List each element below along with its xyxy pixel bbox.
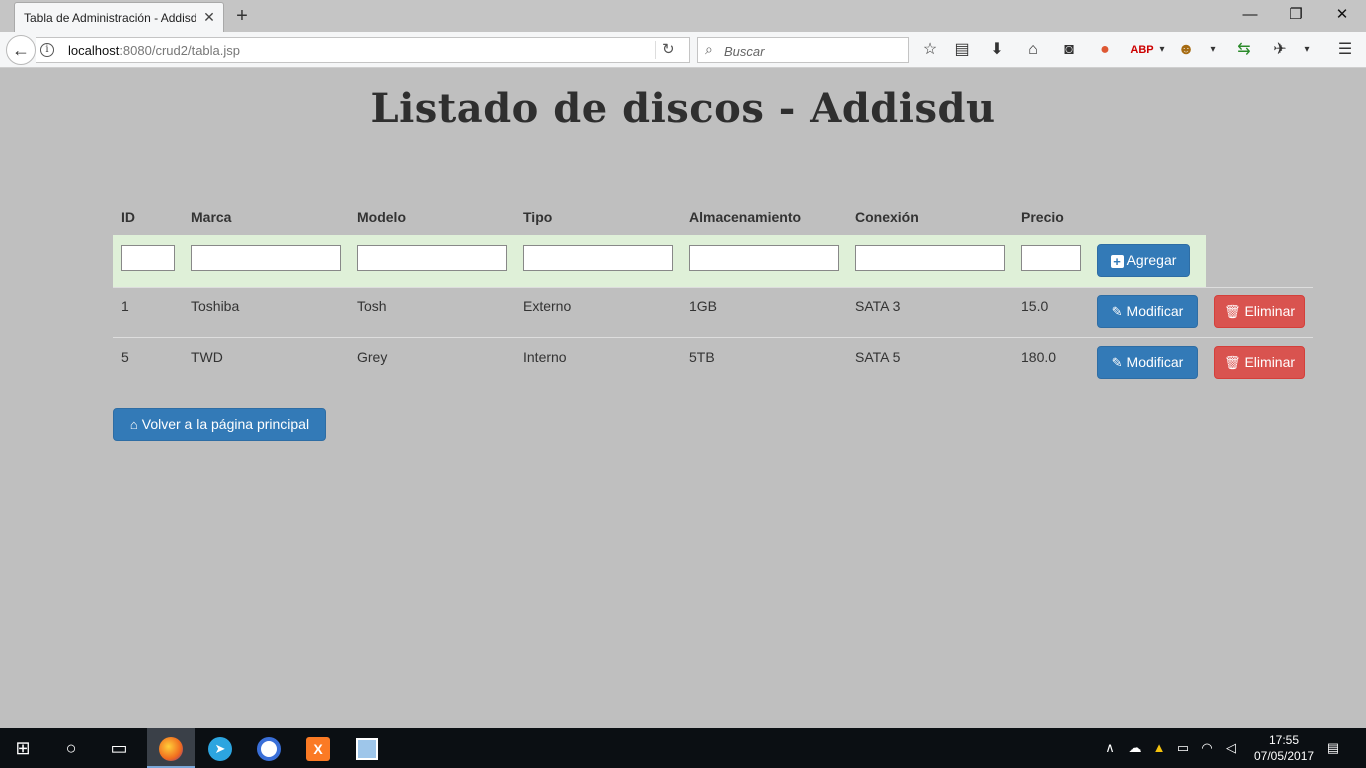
greasemonkey-icon[interactable]: ☻ xyxy=(1174,38,1198,62)
cell-precio: 180.0 xyxy=(1021,349,1057,365)
cell-modelo: Grey xyxy=(357,349,388,365)
restore-icon[interactable]: ❐ xyxy=(1276,4,1316,26)
clock-time: 17:55 xyxy=(1268,733,1300,747)
back-arrow-icon[interactable]: ← xyxy=(6,35,36,65)
cell-tipo: Interno xyxy=(523,349,567,365)
cell-almacenamiento: 1GB xyxy=(689,298,718,314)
notification-icon[interactable]: ▤ xyxy=(1320,728,1346,768)
cell-id: 1 xyxy=(121,298,129,314)
info-icon[interactable]: i xyxy=(40,43,54,57)
close-tab-icon[interactable]: ✕ xyxy=(201,9,217,25)
cell-modelo: Tosh xyxy=(357,298,387,314)
search-icon: ⌕ xyxy=(705,41,713,57)
new-tab-icon[interactable]: + xyxy=(232,5,252,27)
home-icon[interactable]: ⌂ xyxy=(1021,38,1045,62)
taskbar: ⊞ ○ ▭ ➤ X ∧ ☁ ▲ ▭ ◠ ◁ 17:55 07/05/2017 ▤ xyxy=(0,728,1366,768)
trash-icon: 🗑 xyxy=(1223,355,1241,370)
pocket-icon[interactable]: ◙ xyxy=(1057,38,1081,62)
telegram-app-icon[interactable]: ➤ xyxy=(197,728,243,768)
row-divider xyxy=(113,287,1313,288)
reload-icon[interactable]: ↻ xyxy=(662,40,675,58)
trash-icon: 🗑 xyxy=(1223,304,1241,319)
task-view-icon[interactable]: ▭ xyxy=(96,728,142,768)
google-drive-icon[interactable]: ▲ xyxy=(1148,728,1170,768)
clock[interactable]: 17:55 07/05/2017 xyxy=(1254,732,1314,764)
clock-date: 07/05/2017 xyxy=(1254,749,1315,763)
duckduckgo-icon[interactable]: ● xyxy=(1093,38,1117,62)
page-title: Listado de discos - Addisdu xyxy=(370,85,996,132)
cloud-icon[interactable]: ☁ xyxy=(1124,728,1146,768)
url-separator xyxy=(655,41,656,59)
chevron-up-icon[interactable]: ∧ xyxy=(1100,728,1120,768)
edit-icon: ✎ xyxy=(1111,304,1123,319)
chevron-down-icon[interactable]: ▾ xyxy=(1295,38,1319,62)
page-content: Listado de discos - Addisdu ID Marca Mod… xyxy=(0,69,1366,728)
conexion-field[interactable] xyxy=(855,245,1005,271)
plus-square-icon: + xyxy=(1110,255,1124,268)
url-text: localhost:8080/crud2/tabla.jsp xyxy=(68,43,241,58)
virtualbox-app-icon[interactable] xyxy=(344,728,390,768)
extension-icon[interactable]: ✈ xyxy=(1268,38,1292,62)
star-icon[interactable]: ☆ xyxy=(918,38,942,62)
cell-tipo: Externo xyxy=(523,298,572,314)
search-placeholder: Buscar xyxy=(724,44,765,59)
add-button[interactable]: + Agregar xyxy=(1097,244,1190,277)
column-header-conexion: Conexión xyxy=(855,209,919,225)
column-header-almacenamiento: Almacenamiento xyxy=(689,209,802,225)
cell-marca: TWD xyxy=(191,349,223,365)
battery-icon[interactable]: ▭ xyxy=(1172,728,1194,768)
cell-precio: 15.0 xyxy=(1021,298,1049,314)
cell-conexion: SATA 5 xyxy=(855,349,901,365)
close-window-icon[interactable]: ✕ xyxy=(1322,4,1362,26)
column-header-tipo: Tipo xyxy=(523,209,553,225)
xampp-app-icon[interactable]: X xyxy=(295,728,341,768)
cell-marca: Toshiba xyxy=(191,298,240,314)
minimize-icon[interactable]: — xyxy=(1230,4,1270,26)
home-icon: ⌂ xyxy=(129,417,138,432)
search-input[interactable]: ⌕ Buscar xyxy=(697,37,909,63)
back-to-home-button[interactable]: ⌂ Volver a la página principal xyxy=(113,408,326,441)
delete-button[interactable]: 🗑 Eliminar xyxy=(1214,295,1305,328)
windows-start-icon[interactable]: ⊞ xyxy=(0,728,46,768)
browser-tab[interactable]: Tabla de Administración - Addisdu ✕ xyxy=(14,2,224,32)
cell-almacenamiento: 5TB xyxy=(689,349,715,365)
tab-title: Tabla de Administración - Addisdu xyxy=(24,11,196,25)
modify-button[interactable]: ✎ Modificar xyxy=(1097,295,1198,328)
sync-arrows-icon[interactable]: ⇆ xyxy=(1232,38,1256,62)
chevron-down-icon[interactable]: ▾ xyxy=(1150,38,1174,62)
url-bar[interactable]: i localhost:8080/crud2/tabla.jsp ↻ xyxy=(36,37,690,63)
chevron-down-icon[interactable]: ▾ xyxy=(1201,38,1225,62)
delete-button[interactable]: 🗑 Eliminar xyxy=(1214,346,1305,379)
cell-conexion: SATA 3 xyxy=(855,298,901,314)
marca-field[interactable] xyxy=(191,245,341,271)
cortana-icon[interactable]: ○ xyxy=(48,728,94,768)
volume-icon[interactable]: ◁ xyxy=(1220,728,1242,768)
firefox-app-icon[interactable] xyxy=(147,728,195,768)
edit-icon: ✎ xyxy=(1111,355,1123,370)
column-header-marca: Marca xyxy=(191,209,232,225)
menu-icon[interactable]: ☰ xyxy=(1333,38,1357,62)
id-field[interactable] xyxy=(121,245,175,271)
chrome-app-icon[interactable] xyxy=(246,728,292,768)
tipo-field[interactable] xyxy=(523,245,673,271)
row-divider xyxy=(113,337,1313,338)
reader-icon[interactable]: ▤ xyxy=(950,38,974,62)
almacenamiento-field[interactable] xyxy=(689,245,839,271)
wifi-icon[interactable]: ◠ xyxy=(1196,728,1218,768)
column-header-modelo: Modelo xyxy=(357,209,406,225)
column-header-id: ID xyxy=(121,209,135,225)
modelo-field[interactable] xyxy=(357,245,507,271)
modify-button[interactable]: ✎ Modificar xyxy=(1097,346,1198,379)
precio-field[interactable] xyxy=(1021,245,1081,271)
column-header-precio: Precio xyxy=(1021,209,1064,225)
tab-bar: Tabla de Administración - Addisdu ✕ + — … xyxy=(0,0,1366,32)
download-icon[interactable]: ⬇ xyxy=(985,38,1009,62)
cell-id: 5 xyxy=(121,349,129,365)
